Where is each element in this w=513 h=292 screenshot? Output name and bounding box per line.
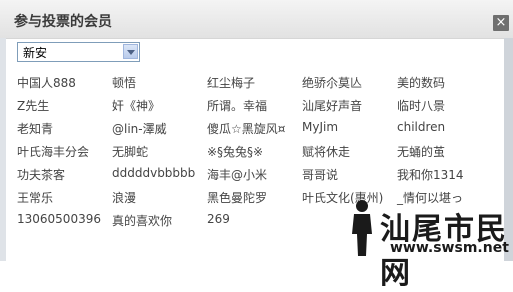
member-name[interactable]: 13060500396 <box>17 212 101 226</box>
site-watermark: 汕尾市民网 www.swsm.net <box>342 198 513 291</box>
region-filter-value: 新安 <box>23 46 48 60</box>
dialog-title: 参与投票的会员 <box>14 14 112 30</box>
chevron-down-icon[interactable] <box>123 44 138 59</box>
silhouette-icon <box>352 200 372 256</box>
member-name[interactable]: 黑色曼陀罗 <box>207 189 267 206</box>
member-name[interactable]: 功夫茶客 <box>17 166 65 183</box>
member-name[interactable]: 浪漫 <box>112 189 136 206</box>
member-name[interactable]: 中国人888 <box>17 74 76 91</box>
member-name[interactable]: 绝骄尒莫亾 <box>302 74 362 91</box>
member-name[interactable]: 老知青 <box>17 120 53 137</box>
background-page-strip <box>0 38 6 261</box>
member-name[interactable]: 海丰@小米 <box>207 166 267 183</box>
dialog-titlebar: 参与投票的会员 × <box>0 0 513 39</box>
member-name[interactable]: 真的喜欢你 <box>112 212 172 229</box>
member-name[interactable]: 无蛹的茧 <box>397 143 445 160</box>
member-name[interactable]: 叶氏海丰分会 <box>17 143 89 160</box>
member-name[interactable]: 269 <box>207 212 230 226</box>
member-name[interactable]: 顿悟 <box>112 74 136 91</box>
member-name[interactable]: 临时八景 <box>397 97 445 114</box>
member-name[interactable]: 哥哥说 <box>302 166 338 183</box>
member-name[interactable]: MyJim <box>302 120 338 134</box>
member-name[interactable]: 所谓。幸福 <box>207 97 267 114</box>
member-name[interactable]: ※§兔兔§※ <box>207 143 263 160</box>
member-name[interactable]: Z先生 <box>17 97 49 114</box>
member-name[interactable]: 无脚蛇 <box>112 143 148 160</box>
member-name[interactable]: 赋将休走 <box>302 143 350 160</box>
member-name[interactable]: 王常乐 <box>17 189 53 206</box>
close-icon[interactable]: × <box>493 15 509 31</box>
voters-dialog: 参与投票的会员 × 新安 中国人888 顿悟 红尘梅子 绝骄尒莫亾 美的数码 Z先生 奸《神… <box>0 0 513 291</box>
member-name[interactable]: 我和你1314 <box>397 166 464 183</box>
member-name[interactable]: 傻瓜☆黑旋风¤ <box>207 120 285 137</box>
member-name[interactable]: dddddvbbbbb <box>112 166 195 180</box>
member-name[interactable]: 奸《神》 <box>112 97 160 114</box>
member-name[interactable]: 红尘梅子 <box>207 74 255 91</box>
member-name[interactable]: 美的数码 <box>397 74 445 91</box>
region-filter-select[interactable]: 新安 <box>17 42 140 62</box>
member-name[interactable]: @lin-澤威 <box>112 120 167 137</box>
member-name[interactable]: children <box>397 120 445 134</box>
watermark-url: www.swsm.net <box>390 240 509 256</box>
member-name[interactable]: 汕尾好声音 <box>302 97 362 114</box>
